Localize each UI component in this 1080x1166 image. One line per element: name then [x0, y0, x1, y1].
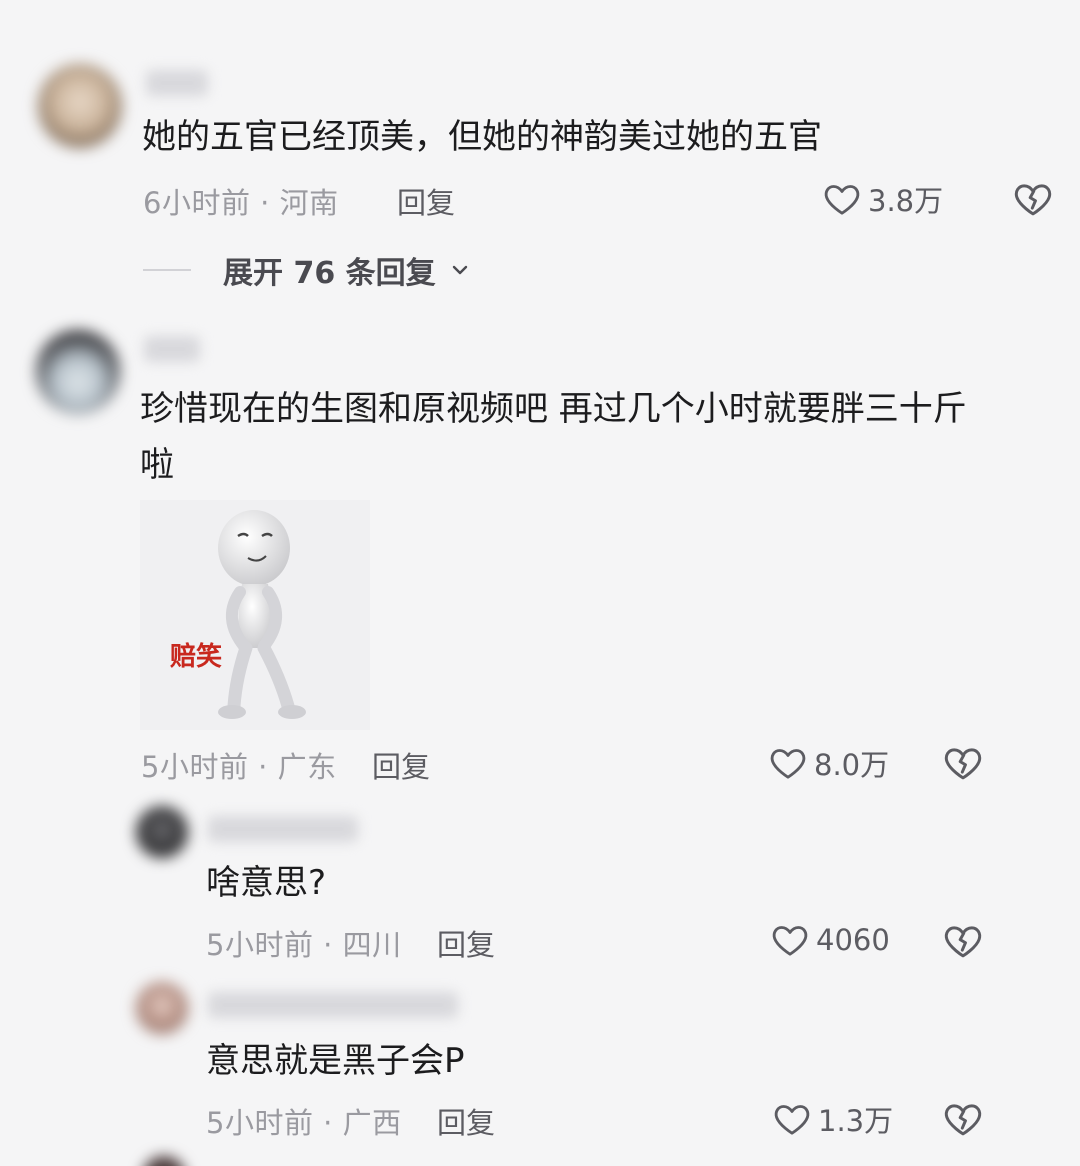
- avatar[interactable]: [142, 1156, 186, 1166]
- reply-text: 意思就是黑子会P: [206, 1041, 465, 1081]
- username-blurred[interactable]: [208, 816, 358, 842]
- comment-meta: 5小时前 · 广东: [141, 750, 337, 784]
- reply-button[interactable]: 回复: [397, 180, 455, 222]
- broken-heart-icon: [944, 926, 982, 958]
- like-count: 3.8万: [868, 184, 944, 218]
- like-count: 1.3万: [818, 1104, 894, 1138]
- like-button[interactable]: 1.3万: [772, 1098, 893, 1140]
- expand-replies-button[interactable]: 展开 76 条回复: [143, 248, 470, 292]
- username-blurred[interactable]: [144, 336, 200, 362]
- comment-meta: 6小时前 · 河南: [143, 186, 339, 220]
- dislike-button[interactable]: [942, 1098, 984, 1144]
- broken-heart-icon: [944, 748, 982, 780]
- expand-replies-label: 展开 76 条回复: [223, 256, 436, 291]
- like-count: 4060: [816, 923, 890, 957]
- username-blurred[interactable]: [146, 70, 208, 96]
- reply-meta: 5小时前 · 四川: [206, 928, 402, 962]
- heart-outline-icon: [824, 185, 860, 215]
- heart-outline-icon: [774, 1105, 810, 1135]
- chevron-down-icon: [452, 265, 467, 275]
- broken-heart-icon: [1014, 184, 1052, 216]
- like-count: 8.0万: [814, 748, 890, 782]
- heart-outline-icon: [770, 749, 806, 779]
- avatar[interactable]: [136, 982, 188, 1034]
- reply-button[interactable]: 回复: [372, 744, 430, 786]
- comment-text-continued: 啦: [140, 445, 174, 485]
- heart-outline-icon: [772, 926, 808, 956]
- avatar[interactable]: [36, 330, 120, 414]
- dislike-button[interactable]: [1012, 178, 1054, 224]
- like-button[interactable]: 8.0万: [768, 742, 889, 784]
- comment-section: 她的五官已经顶美，但她的神韵美过她的五官 6小时前 · 河南 回复 3.8万 展…: [0, 0, 1080, 1166]
- dislike-button[interactable]: [942, 742, 984, 788]
- reply-text: 啥意思?: [206, 863, 327, 903]
- comment-text: 她的五官已经顶美，但她的神韵美过她的五官: [142, 117, 822, 157]
- username-blurred[interactable]: [208, 992, 458, 1018]
- sticker-image[interactable]: 赔笑: [140, 500, 370, 730]
- reply-meta: 5小时前 · 广西: [206, 1106, 402, 1140]
- broken-heart-icon: [944, 1104, 982, 1136]
- divider: [143, 269, 191, 271]
- like-button[interactable]: 3.8万: [822, 178, 943, 220]
- sticker-caption: 赔笑: [170, 642, 223, 672]
- like-button[interactable]: 4060: [770, 920, 890, 960]
- dislike-button[interactable]: [942, 920, 984, 966]
- avatar[interactable]: [136, 806, 188, 858]
- avatar[interactable]: [38, 64, 122, 148]
- reply-button[interactable]: 回复: [437, 1100, 495, 1142]
- stickman-figure: [218, 510, 306, 719]
- reply-button[interactable]: 回复: [437, 922, 495, 964]
- comment-text: 珍惜现在的生图和原视频吧 再过几个小时就要胖三十斤: [140, 389, 967, 429]
